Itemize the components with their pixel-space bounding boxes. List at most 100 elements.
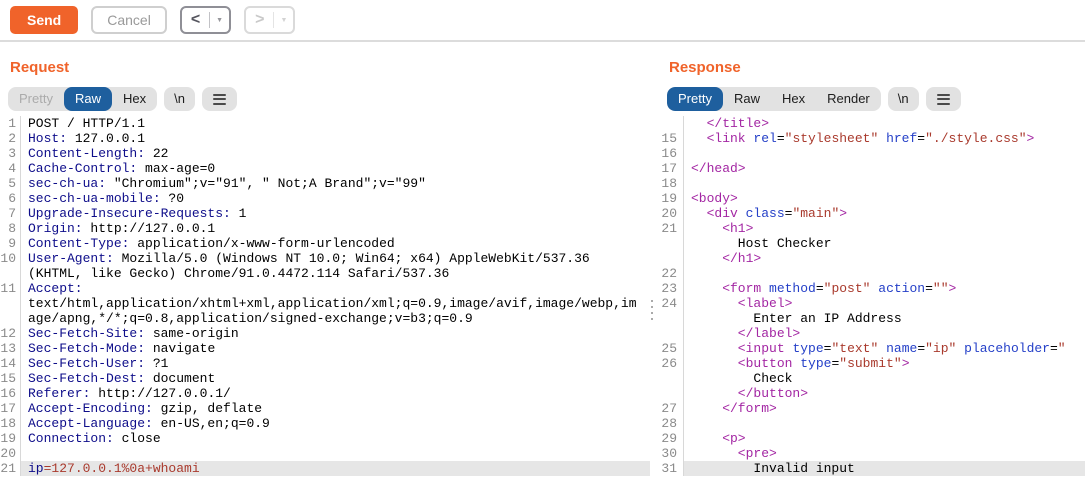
code-text[interactable]: </form>: [684, 401, 1085, 416]
code-text[interactable]: Sec-Fetch-Dest: document: [21, 371, 650, 386]
code-line[interactable]: 5sec-ch-ua: "Chromium";v="91", " Not;A B…: [0, 176, 650, 191]
code-line[interactable]: 27 </form>: [656, 401, 1085, 416]
code-text[interactable]: Host: 127.0.0.1: [21, 131, 650, 146]
code-text[interactable]: text/html,application/xhtml+xml,applicat…: [21, 296, 650, 311]
code-line[interactable]: 15 <link rel="stylesheet" href="./style.…: [656, 131, 1085, 146]
code-line[interactable]: 18Accept-Language: en-US,en;q=0.9: [0, 416, 650, 431]
code-line[interactable]: 21 <h1>: [656, 221, 1085, 236]
code-text[interactable]: [684, 146, 1085, 161]
code-text[interactable]: </h1>: [684, 251, 1085, 266]
code-line[interactable]: </title>: [656, 116, 1085, 131]
code-line[interactable]: Host Checker: [656, 236, 1085, 251]
code-line[interactable]: age/apng,*/*;q=0.8,application/signed-ex…: [0, 311, 650, 326]
tab-render[interactable]: Render: [816, 87, 881, 111]
hamburger-menu-icon[interactable]: [926, 87, 961, 111]
code-line[interactable]: 19Connection: close: [0, 431, 650, 446]
back-arrow-icon[interactable]: <: [182, 8, 209, 32]
code-text[interactable]: Origin: http://127.0.0.1: [21, 221, 650, 236]
response-newline-toggle[interactable]: \n: [888, 87, 919, 111]
code-text[interactable]: </label>: [684, 326, 1085, 341]
code-text[interactable]: sec-ch-ua-mobile: ?0: [21, 191, 650, 206]
code-line[interactable]: 16Referer: http://127.0.0.1/: [0, 386, 650, 401]
code-line[interactable]: 11Accept:: [0, 281, 650, 296]
code-text[interactable]: User-Agent: Mozilla/5.0 (Windows NT 10.0…: [21, 251, 650, 266]
code-text[interactable]: Accept-Encoding: gzip, deflate: [21, 401, 650, 416]
code-text[interactable]: Upgrade-Insecure-Requests: 1: [21, 206, 650, 221]
code-line[interactable]: 1POST / HTTP/1.1: [0, 116, 650, 131]
code-text[interactable]: Content-Type: application/x-www-form-url…: [21, 236, 650, 251]
code-text[interactable]: <input type="text" name="ip" placeholder…: [684, 341, 1085, 356]
code-text[interactable]: POST / HTTP/1.1: [21, 116, 650, 131]
forward-arrow-icon[interactable]: >: [246, 8, 273, 32]
code-text[interactable]: age/apng,*/*;q=0.8,application/signed-ex…: [21, 311, 650, 326]
tab-hex[interactable]: Hex: [112, 87, 157, 111]
code-line[interactable]: 24 <label>: [656, 296, 1085, 311]
code-text[interactable]: <button type="submit">: [684, 356, 1085, 371]
code-line[interactable]: </button>: [656, 386, 1085, 401]
code-text[interactable]: Invalid input: [684, 461, 1085, 476]
code-line[interactable]: 30 <pre>: [656, 446, 1085, 461]
code-text[interactable]: <div class="main">: [684, 206, 1085, 221]
code-line[interactable]: 26 <button type="submit">: [656, 356, 1085, 371]
tab-pretty[interactable]: Pretty: [667, 87, 723, 111]
cancel-button[interactable]: Cancel: [91, 6, 167, 34]
code-line[interactable]: 13Sec-Fetch-Mode: navigate: [0, 341, 650, 356]
code-line[interactable]: 10User-Agent: Mozilla/5.0 (Windows NT 10…: [0, 251, 650, 266]
hamburger-menu-icon[interactable]: [202, 87, 237, 111]
code-text[interactable]: Sec-Fetch-Mode: navigate: [21, 341, 650, 356]
code-text[interactable]: (KHTML, like Gecko) Chrome/91.0.4472.114…: [21, 266, 650, 281]
code-line[interactable]: Enter an IP Address: [656, 311, 1085, 326]
code-line[interactable]: 14Sec-Fetch-User: ?1: [0, 356, 650, 371]
code-line[interactable]: </label>: [656, 326, 1085, 341]
code-text[interactable]: [684, 416, 1085, 431]
code-line[interactable]: 20 <div class="main">: [656, 206, 1085, 221]
code-line[interactable]: 6sec-ch-ua-mobile: ?0: [0, 191, 650, 206]
code-line[interactable]: 3Content-Length: 22: [0, 146, 650, 161]
code-text[interactable]: Content-Length: 22: [21, 146, 650, 161]
response-editor[interactable]: </title>15 <link rel="stylesheet" href="…: [656, 116, 1085, 480]
code-text[interactable]: Sec-Fetch-User: ?1: [21, 356, 650, 371]
dropdown-arrow-icon[interactable]: ▼: [210, 8, 229, 32]
code-text[interactable]: Accept-Language: en-US,en;q=0.9: [21, 416, 650, 431]
tab-pretty[interactable]: Pretty: [8, 87, 64, 111]
send-button[interactable]: Send: [10, 6, 78, 34]
code-text[interactable]: Referer: http://127.0.0.1/: [21, 386, 650, 401]
code-line[interactable]: 22: [656, 266, 1085, 281]
code-line[interactable]: 31 Invalid input: [656, 461, 1085, 476]
code-line[interactable]: 20: [0, 446, 650, 461]
code-text[interactable]: <body>: [684, 191, 1085, 206]
request-editor[interactable]: 1POST / HTTP/1.12Host: 127.0.0.13Content…: [0, 116, 650, 480]
tab-raw[interactable]: Raw: [723, 87, 771, 111]
code-text[interactable]: Connection: close: [21, 431, 650, 446]
code-text[interactable]: Check: [684, 371, 1085, 386]
code-text[interactable]: sec-ch-ua: "Chromium";v="91", " Not;A Br…: [21, 176, 650, 191]
code-text[interactable]: <form method="post" action="">: [684, 281, 1085, 296]
code-line[interactable]: 8Origin: http://127.0.0.1: [0, 221, 650, 236]
code-line[interactable]: </h1>: [656, 251, 1085, 266]
code-text[interactable]: <pre>: [684, 446, 1085, 461]
code-line[interactable]: 7Upgrade-Insecure-Requests: 1: [0, 206, 650, 221]
code-text[interactable]: Accept:: [21, 281, 650, 296]
code-line[interactable]: 29 <p>: [656, 431, 1085, 446]
code-text[interactable]: Host Checker: [684, 236, 1085, 251]
code-text[interactable]: <p>: [684, 431, 1085, 446]
code-line[interactable]: (KHTML, like Gecko) Chrome/91.0.4472.114…: [0, 266, 650, 281]
code-line[interactable]: 25 <input type="text" name="ip" placehol…: [656, 341, 1085, 356]
code-line[interactable]: Check: [656, 371, 1085, 386]
request-newline-toggle[interactable]: \n: [164, 87, 195, 111]
code-text[interactable]: ip=127.0.0.1%0a+whoami: [21, 461, 650, 476]
code-text[interactable]: <label>: [684, 296, 1085, 311]
code-text[interactable]: [21, 446, 650, 461]
code-line[interactable]: 2Host: 127.0.0.1: [0, 131, 650, 146]
code-line[interactable]: 21ip=127.0.0.1%0a+whoami: [0, 461, 650, 476]
code-line[interactable]: 18: [656, 176, 1085, 191]
code-line[interactable]: 15Sec-Fetch-Dest: document: [0, 371, 650, 386]
code-line[interactable]: text/html,application/xhtml+xml,applicat…: [0, 296, 650, 311]
code-text[interactable]: <link rel="stylesheet" href="./style.css…: [684, 131, 1085, 146]
code-line[interactable]: 17Accept-Encoding: gzip, deflate: [0, 401, 650, 416]
code-line[interactable]: 28: [656, 416, 1085, 431]
code-text[interactable]: Sec-Fetch-Site: same-origin: [21, 326, 650, 341]
code-text[interactable]: Enter an IP Address: [684, 311, 1085, 326]
code-line[interactable]: 9Content-Type: application/x-www-form-ur…: [0, 236, 650, 251]
code-line[interactable]: 23 <form method="post" action="">: [656, 281, 1085, 296]
